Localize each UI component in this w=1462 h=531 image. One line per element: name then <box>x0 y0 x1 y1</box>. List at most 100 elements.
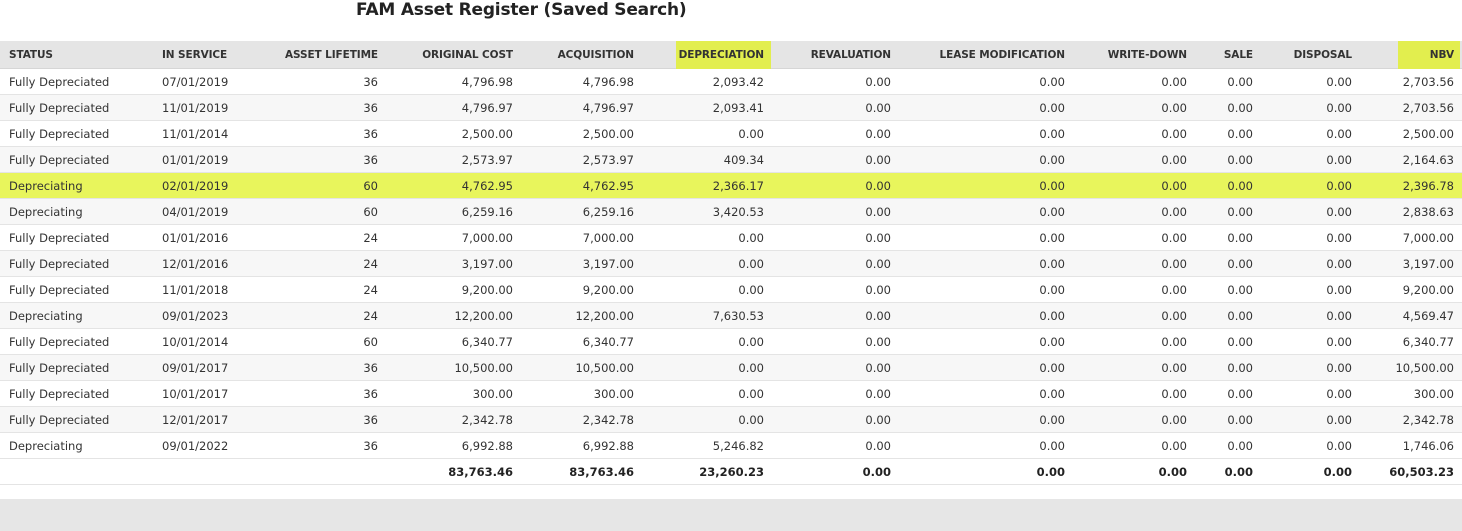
depreciation-cell: 0.00 <box>738 126 764 141</box>
acquisition-cell: 6,340.77 <box>582 334 634 349</box>
nbv-cell: 9,200.00 <box>1402 282 1454 297</box>
column-header-nbv[interactable]: NBV <box>1360 41 1454 68</box>
sale-cell: 0.00 <box>1227 438 1253 453</box>
table-row[interactable]: Fully Depreciated 10/01/2017 36 300.00 300.0… <box>0 381 1462 407</box>
column-header-sale[interactable]: SALE <box>1200 41 1253 68</box>
column-header-acquisition[interactable]: ACQUISITION <box>530 41 634 68</box>
lease-modification-cell: 0.00 <box>1039 308 1065 323</box>
disposal-cell: 0.00 <box>1326 178 1352 193</box>
table-row[interactable]: Fully Depreciated 12/01/2017 36 2,342.78 2,3… <box>0 407 1462 433</box>
footer-bar <box>0 499 1462 531</box>
column-header-asset-lifetime[interactable]: ASSET LIFETIME <box>270 41 378 68</box>
write-down-cell: 0.00 <box>1161 178 1187 193</box>
depreciation-cell: 409.34 <box>723 152 764 167</box>
sale-cell: 0.00 <box>1227 126 1253 141</box>
original-cost-cell: 2,342.78 <box>461 412 513 427</box>
depreciation-cell: 2,093.41 <box>712 100 764 115</box>
status-cell: Fully Depreciated <box>9 256 110 271</box>
depreciation-cell: 5,246.82 <box>712 438 764 453</box>
sale-cell: 0.00 <box>1227 230 1253 245</box>
status-cell: Fully Depreciated <box>9 230 110 245</box>
status-cell: Fully Depreciated <box>9 126 110 141</box>
column-header-revaluation[interactable]: REVALUATION <box>780 41 891 68</box>
acquisition-cell: 4,796.98 <box>582 74 634 89</box>
table-row[interactable]: Fully Depreciated 11/01/2019 36 4,796.97 4,7… <box>0 95 1462 121</box>
depreciation-cell: 2,366.17 <box>712 178 764 193</box>
total-lease-modification: 0.00 <box>1036 464 1065 479</box>
table-row[interactable]: Fully Depreciated 12/01/2016 24 3,197.00 3,1… <box>0 251 1462 277</box>
sale-cell: 0.00 <box>1227 360 1253 375</box>
original-cost-cell: 7,000.00 <box>461 230 513 245</box>
total-original-cost: 83,763.46 <box>448 464 513 479</box>
column-header-lease-modification[interactable]: LEASE MODIFICATION <box>920 41 1066 68</box>
asset-lifetime-cell: 36 <box>363 152 378 167</box>
table-row[interactable]: Fully Depreciated 11/01/2018 24 9,200.00 9,2… <box>0 277 1462 303</box>
nbv-cell: 10,500.00 <box>1395 360 1454 375</box>
table-row-highlighted[interactable]: Depreciating 02/01/2019 60 4,762.95 4,762.95… <box>0 173 1462 199</box>
write-down-cell: 0.00 <box>1161 74 1187 89</box>
nbv-cell: 3,197.00 <box>1402 256 1454 271</box>
in-service-cell: 10/01/2017 <box>162 386 229 401</box>
depreciation-cell: 0.00 <box>738 230 764 245</box>
total-acquisition: 83,763.46 <box>569 464 634 479</box>
disposal-cell: 0.00 <box>1326 386 1352 401</box>
depreciation-cell: 0.00 <box>738 360 764 375</box>
acquisition-cell: 10,500.00 <box>575 360 634 375</box>
table-row[interactable]: Fully Depreciated 01/01/2019 36 2,573.97 2,5… <box>0 147 1462 173</box>
in-service-cell: 11/01/2019 <box>162 100 229 115</box>
disposal-cell: 0.00 <box>1326 334 1352 349</box>
acquisition-cell: 3,197.00 <box>582 256 634 271</box>
in-service-cell: 09/01/2017 <box>162 360 229 375</box>
revaluation-cell: 0.00 <box>865 386 891 401</box>
status-cell: Fully Depreciated <box>9 74 110 89</box>
table-row[interactable]: Depreciating 04/01/2019 60 6,259.16 6,259.16… <box>0 199 1462 225</box>
revaluation-cell: 0.00 <box>865 334 891 349</box>
lease-modification-cell: 0.00 <box>1039 100 1065 115</box>
revaluation-cell: 0.00 <box>865 438 891 453</box>
in-service-cell: 12/01/2016 <box>162 256 229 271</box>
table-row[interactable]: Fully Depreciated 07/01/2019 36 4,796.98 4,7… <box>0 69 1462 95</box>
acquisition-cell: 12,200.00 <box>575 308 634 323</box>
sale-cell: 0.00 <box>1227 412 1253 427</box>
write-down-cell: 0.00 <box>1161 152 1187 167</box>
table-row[interactable]: Fully Depreciated 09/01/2017 36 10,500.00 10… <box>0 355 1462 381</box>
asset-lifetime-cell: 60 <box>363 334 378 349</box>
write-down-cell: 0.00 <box>1161 386 1187 401</box>
column-header-original-cost[interactable]: ORIGINAL COST <box>400 41 513 68</box>
sale-cell: 0.00 <box>1227 178 1253 193</box>
acquisition-cell: 9,200.00 <box>582 282 634 297</box>
table-row[interactable]: Fully Depreciated 11/01/2014 36 2,500.00 2,5… <box>0 121 1462 147</box>
nbv-cell: 2,396.78 <box>1402 178 1454 193</box>
total-sale: 0.00 <box>1224 464 1253 479</box>
column-header-status[interactable]: STATUS <box>9 41 149 68</box>
table-row[interactable]: Fully Depreciated 10/01/2014 60 6,340.77 6,3… <box>0 329 1462 355</box>
original-cost-cell: 6,340.77 <box>461 334 513 349</box>
sale-cell: 0.00 <box>1227 386 1253 401</box>
column-header-write-down[interactable]: WRITE-DOWN <box>1080 41 1187 68</box>
total-revaluation: 0.00 <box>862 464 891 479</box>
asset-lifetime-cell: 24 <box>363 230 378 245</box>
acquisition-cell: 2,500.00 <box>582 126 634 141</box>
table-row[interactable]: Depreciating 09/01/2023 24 12,200.00 12,200.… <box>0 303 1462 329</box>
acquisition-cell: 7,000.00 <box>582 230 634 245</box>
original-cost-cell: 10,500.00 <box>454 360 513 375</box>
status-cell: Fully Depreciated <box>9 152 110 167</box>
revaluation-cell: 0.00 <box>865 204 891 219</box>
nbv-cell: 2,703.56 <box>1402 100 1454 115</box>
total-disposal: 0.00 <box>1323 464 1352 479</box>
write-down-cell: 0.00 <box>1161 282 1187 297</box>
write-down-cell: 0.00 <box>1161 360 1187 375</box>
depreciation-cell: 2,093.42 <box>712 74 764 89</box>
write-down-cell: 0.00 <box>1161 438 1187 453</box>
revaluation-cell: 0.00 <box>865 256 891 271</box>
column-header-in-service[interactable]: IN SERVICE <box>162 41 262 68</box>
table-row[interactable]: Fully Depreciated 01/01/2016 24 7,000.00 7,0… <box>0 225 1462 251</box>
in-service-cell: 01/01/2019 <box>162 152 229 167</box>
lease-modification-cell: 0.00 <box>1039 438 1065 453</box>
sale-cell: 0.00 <box>1227 74 1253 89</box>
table-row[interactable]: Depreciating 09/01/2022 36 6,992.88 6,992.88… <box>0 433 1462 459</box>
column-header-depreciation[interactable]: DEPRECIATION <box>660 41 764 68</box>
disposal-cell: 0.00 <box>1326 74 1352 89</box>
lease-modification-cell: 0.00 <box>1039 386 1065 401</box>
column-header-disposal[interactable]: DISPOSAL <box>1270 41 1352 68</box>
